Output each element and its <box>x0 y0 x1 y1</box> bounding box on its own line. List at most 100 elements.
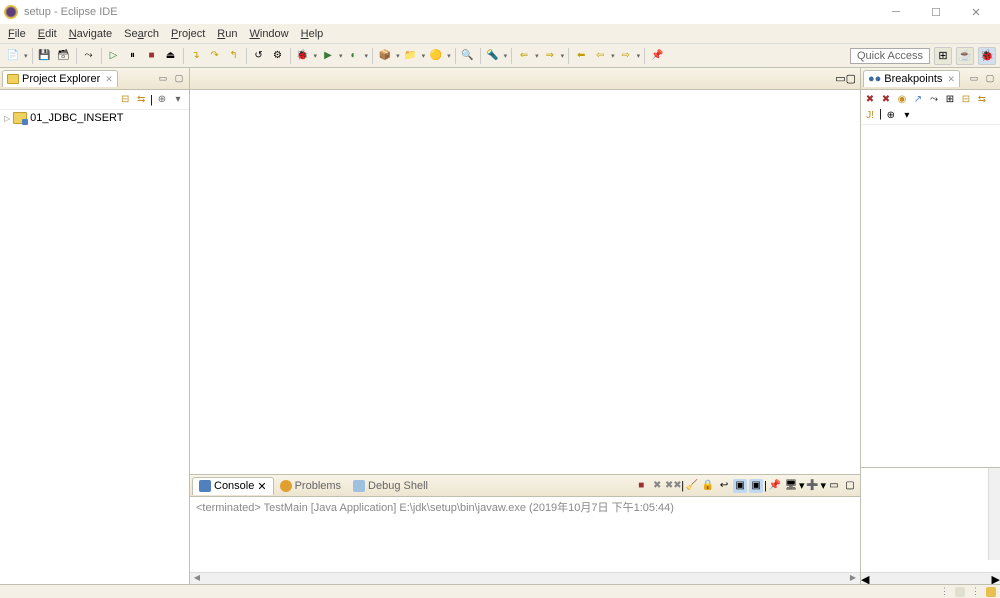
step-filter-button[interactable]: ⚙ <box>269 47 287 65</box>
breakpoints-tab[interactable]: ●● Breakpoints ✕ <box>863 70 960 87</box>
coverage-button[interactable]: ◐ <box>345 47 363 65</box>
console-minimize-button[interactable]: ▭ <box>827 479 841 493</box>
project-explorer-tab[interactable]: Project Explorer ✕ <box>2 70 118 87</box>
link-debug-button[interactable]: ⇆ <box>975 92 989 106</box>
open-type-button[interactable]: 🔍 <box>459 47 477 65</box>
terminate-button[interactable]: ■ <box>143 47 161 65</box>
expand-icon[interactable]: ▷ <box>4 114 10 123</box>
menu-navigate[interactable]: Navigate <box>63 26 118 42</box>
console-display-selected-button[interactable]: 🖥 <box>784 479 798 493</box>
last-edit-button[interactable]: ⬅ <box>572 47 590 65</box>
open-perspective-button[interactable]: ⊞ <box>934 47 952 65</box>
minimize-button[interactable]: ─ <box>876 0 916 24</box>
breakpoints-scrollbar[interactable]: ◀ ▶ <box>861 572 1000 584</box>
console-clear-button[interactable]: 🧹 <box>685 479 699 493</box>
pin-editor-button[interactable]: 📌 <box>648 47 666 65</box>
scroll-left-icon[interactable]: ◀ <box>190 573 204 584</box>
drop-frame-button[interactable]: ↺ <box>250 47 268 65</box>
console-word-wrap-button[interactable]: ↩ <box>717 479 731 493</box>
minimize-view-button[interactable]: ▭ <box>156 72 170 86</box>
menu-project[interactable]: Project <box>165 26 211 42</box>
breakpoints-list[interactable] <box>861 125 1000 467</box>
disconnect-button[interactable]: ⏏ <box>162 47 180 65</box>
skip-breakpoints-button[interactable]: ⤳ <box>80 47 98 65</box>
new-package-button[interactable]: 📁 <box>402 47 420 65</box>
resume-button[interactable]: ▷ <box>105 47 123 65</box>
console-maximize-button[interactable]: ▢ <box>843 479 857 493</box>
maximize-view-button[interactable]: ▢ <box>172 72 186 86</box>
run-button[interactable]: ▶ <box>319 47 337 65</box>
add-exception-button[interactable]: J! <box>863 108 877 122</box>
menu-run[interactable]: Run <box>211 26 243 42</box>
coverage-dropdown[interactable]: ▾ <box>364 52 370 60</box>
tab-problems[interactable]: Problems <box>274 478 347 494</box>
step-into-button[interactable]: ↴ <box>187 47 205 65</box>
new-dropdown[interactable]: ▾ <box>23 52 29 60</box>
editor-maximize-button[interactable]: ▢ <box>846 72 856 85</box>
collapse-all-button[interactable]: ⊟ <box>118 93 132 107</box>
close-icon[interactable]: ✕ <box>947 74 955 85</box>
quick-access-input[interactable]: Quick Access <box>850 48 930 64</box>
focus-task-button[interactable]: ⊕ <box>884 108 898 122</box>
console-output[interactable]: <terminated> TestMain [Java Application]… <box>190 497 860 572</box>
menu-window[interactable]: Window <box>243 26 294 42</box>
console-pin-button[interactable]: 📌 <box>768 479 782 493</box>
console-scroll-lock-button[interactable]: 🔒 <box>701 479 715 493</box>
suspend-button[interactable]: ⏸ <box>124 47 142 65</box>
maximize-view-button[interactable]: ▢ <box>983 72 997 86</box>
console-show-stdout-button[interactable]: ▣ <box>733 479 747 493</box>
prev-annotation-button[interactable]: ⇐ <box>515 47 533 65</box>
console-remove-all-button[interactable]: ✖✖ <box>666 479 680 493</box>
focus-task-button[interactable]: ⊕ <box>155 93 169 107</box>
next-annotation-button[interactable]: ⇒ <box>541 47 559 65</box>
console-remove-button[interactable]: ✖ <box>650 479 664 493</box>
close-icon[interactable]: ✕ <box>105 74 113 85</box>
link-editor-button[interactable]: ⇆ <box>134 93 148 107</box>
close-icon[interactable]: ✕ <box>257 480 266 493</box>
step-over-button[interactable]: ↷ <box>206 47 224 65</box>
close-button[interactable]: ✕ <box>956 0 996 24</box>
forward-button[interactable]: ⇨ <box>617 47 635 65</box>
menu-help[interactable]: Help <box>295 26 330 42</box>
editor-minimize-button[interactable]: ▭ <box>835 72 845 85</box>
debug-perspective-button[interactable]: 🐞 <box>978 47 996 65</box>
run-dropdown[interactable]: ▾ <box>338 52 344 60</box>
new-button[interactable]: 📄 <box>4 47 22 65</box>
remove-all-breakpoints-button[interactable]: ✖ <box>879 92 893 106</box>
tree-item-project[interactable]: ▷ 01_JDBC_INSERT <box>0 110 189 126</box>
remove-breakpoint-button[interactable]: ✖ <box>863 92 877 106</box>
expand-all-button[interactable]: ⊞ <box>943 92 957 106</box>
debug-button[interactable]: 🐞 <box>294 47 312 65</box>
console-terminate-button[interactable]: ■ <box>634 479 648 493</box>
editor-area[interactable] <box>190 90 860 474</box>
new-java-button[interactable]: 📦 <box>376 47 394 65</box>
menu-search[interactable]: Search <box>118 26 165 42</box>
tab-debug-shell[interactable]: Debug Shell <box>347 478 434 494</box>
menu-file[interactable]: File <box>2 26 32 42</box>
show-supported-button[interactable]: ◉ <box>895 92 909 106</box>
console-scrollbar[interactable]: ◀ ▶ <box>190 572 860 584</box>
collapse-all-button[interactable]: ⊟ <box>959 92 973 106</box>
skip-all-button[interactable]: ⤳ <box>927 92 941 106</box>
save-button[interactable]: 💾 <box>36 47 54 65</box>
project-explorer-tree[interactable]: ▷ 01_JDBC_INSERT <box>0 110 189 584</box>
status-indicator[interactable] <box>955 587 965 597</box>
menu-edit[interactable]: Edit <box>32 26 63 42</box>
goto-file-button[interactable]: ↗ <box>911 92 925 106</box>
java-perspective-button[interactable]: ☕ <box>956 47 974 65</box>
step-return-button[interactable]: ↰ <box>225 47 243 65</box>
minimize-view-button[interactable]: ▭ <box>967 72 981 86</box>
tab-console[interactable]: Console ✕ <box>192 477 274 495</box>
scroll-left-icon[interactable]: ◀ <box>861 573 869 584</box>
scroll-right-icon[interactable]: ▶ <box>992 573 1000 584</box>
console-show-stderr-button[interactable]: ▣ <box>749 479 763 493</box>
save-all-button[interactable]: 🗃 <box>55 47 73 65</box>
view-menu-button[interactable]: ▾ <box>900 108 914 122</box>
debug-dropdown[interactable]: ▾ <box>313 52 319 60</box>
status-progress[interactable] <box>986 587 996 597</box>
breakpoints-detail[interactable] <box>861 467 1000 572</box>
console-open-button[interactable]: ➕ <box>805 479 819 493</box>
scroll-right-icon[interactable]: ▶ <box>846 573 860 584</box>
search-button[interactable]: 🔦 <box>484 47 502 65</box>
view-menu-button[interactable]: ▾ <box>171 93 185 107</box>
